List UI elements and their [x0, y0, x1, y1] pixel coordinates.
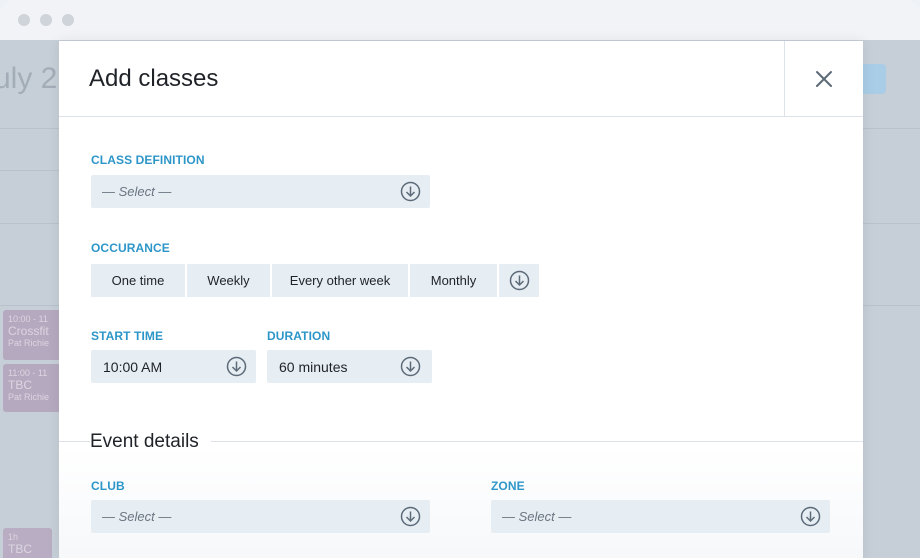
- event-name: TBC: [8, 542, 32, 556]
- zone-select[interactable]: — Select —: [491, 500, 830, 533]
- occurance-label: OCCURANCE: [91, 241, 170, 255]
- club-select[interactable]: — Select —: [91, 500, 430, 533]
- arrow-down-circle-icon: [509, 270, 530, 291]
- duration-select[interactable]: 60 minutes: [267, 350, 432, 383]
- app-window: uly 2 10:00 - 11 Crossfit Pat Richie 11:…: [0, 0, 920, 558]
- arrow-down-circle-icon: [226, 356, 247, 377]
- occurance-option-label: Every other week: [289, 273, 391, 288]
- duration-value: 60 minutes: [279, 359, 348, 375]
- dialog-header: Add classes: [59, 41, 863, 117]
- event-time: 10:00 - 11: [8, 314, 48, 324]
- add-classes-dialog: Add classes CLASS DEFINITION — Select — …: [59, 41, 863, 558]
- grid-line: [0, 305, 60, 306]
- arrow-down-circle-icon: [400, 506, 421, 527]
- background-action-button: [862, 64, 886, 94]
- grid-line: [862, 128, 920, 129]
- background-event: 1h TBC: [3, 528, 52, 558]
- class-definition-placeholder: — Select —: [102, 184, 172, 199]
- start-time-value: 10:00 AM: [103, 359, 163, 375]
- window-maximize-dot[interactable]: [62, 14, 74, 26]
- event-name: TBC: [8, 378, 32, 392]
- event-person: Pat Richie: [8, 392, 50, 402]
- arrow-down-circle-icon: [400, 356, 421, 377]
- grid-line: [862, 305, 920, 306]
- class-definition-label: CLASS DEFINITION: [91, 153, 205, 167]
- dialog-title: Add classes: [89, 65, 219, 92]
- event-name: Crossfit: [8, 324, 49, 338]
- grid-line: [862, 223, 920, 224]
- event-details-heading: Event details: [90, 431, 211, 453]
- event-time: 11:00 - 11: [8, 368, 48, 378]
- background-event: 10:00 - 11 Crossfit Pat Richie: [3, 310, 63, 360]
- occurance-option-label: Weekly: [207, 273, 250, 288]
- start-time-select[interactable]: 10:00 AM: [91, 350, 256, 383]
- grid-line: [0, 223, 60, 224]
- grid-line: [0, 128, 60, 129]
- event-person: Pat Richie: [8, 338, 50, 348]
- zone-label: ZONE: [491, 479, 525, 493]
- event-time: 1h: [8, 532, 19, 542]
- title-bar: [0, 0, 920, 40]
- occurance-option-monthly[interactable]: Monthly: [410, 264, 497, 297]
- close-button[interactable]: [784, 41, 863, 117]
- zone-placeholder: — Select —: [502, 509, 572, 524]
- occurance-option-weekly[interactable]: Weekly: [187, 264, 270, 297]
- duration-label: DURATION: [267, 329, 331, 343]
- occurance-more-button[interactable]: [499, 264, 539, 297]
- club-label: CLUB: [91, 479, 125, 493]
- club-placeholder: — Select —: [102, 509, 172, 524]
- window-close-dot[interactable]: [18, 14, 30, 26]
- arrow-down-circle-icon: [400, 181, 421, 202]
- start-time-label: START TIME: [91, 329, 164, 343]
- occurance-option-label: Monthly: [430, 273, 477, 288]
- occurance-option-label: One time: [111, 273, 165, 288]
- occurance-option-one-time[interactable]: One time: [91, 264, 185, 297]
- background-calendar-title: uly 2: [0, 62, 58, 95]
- window-minimize-dot[interactable]: [40, 14, 52, 26]
- close-icon: [816, 71, 832, 87]
- arrow-down-circle-icon: [800, 506, 821, 527]
- grid-line: [0, 170, 60, 171]
- occurance-option-every-other-week[interactable]: Every other week: [272, 264, 408, 297]
- background-event: 11:00 - 11 TBC Pat Richie: [3, 364, 63, 412]
- class-definition-select[interactable]: — Select —: [91, 175, 430, 208]
